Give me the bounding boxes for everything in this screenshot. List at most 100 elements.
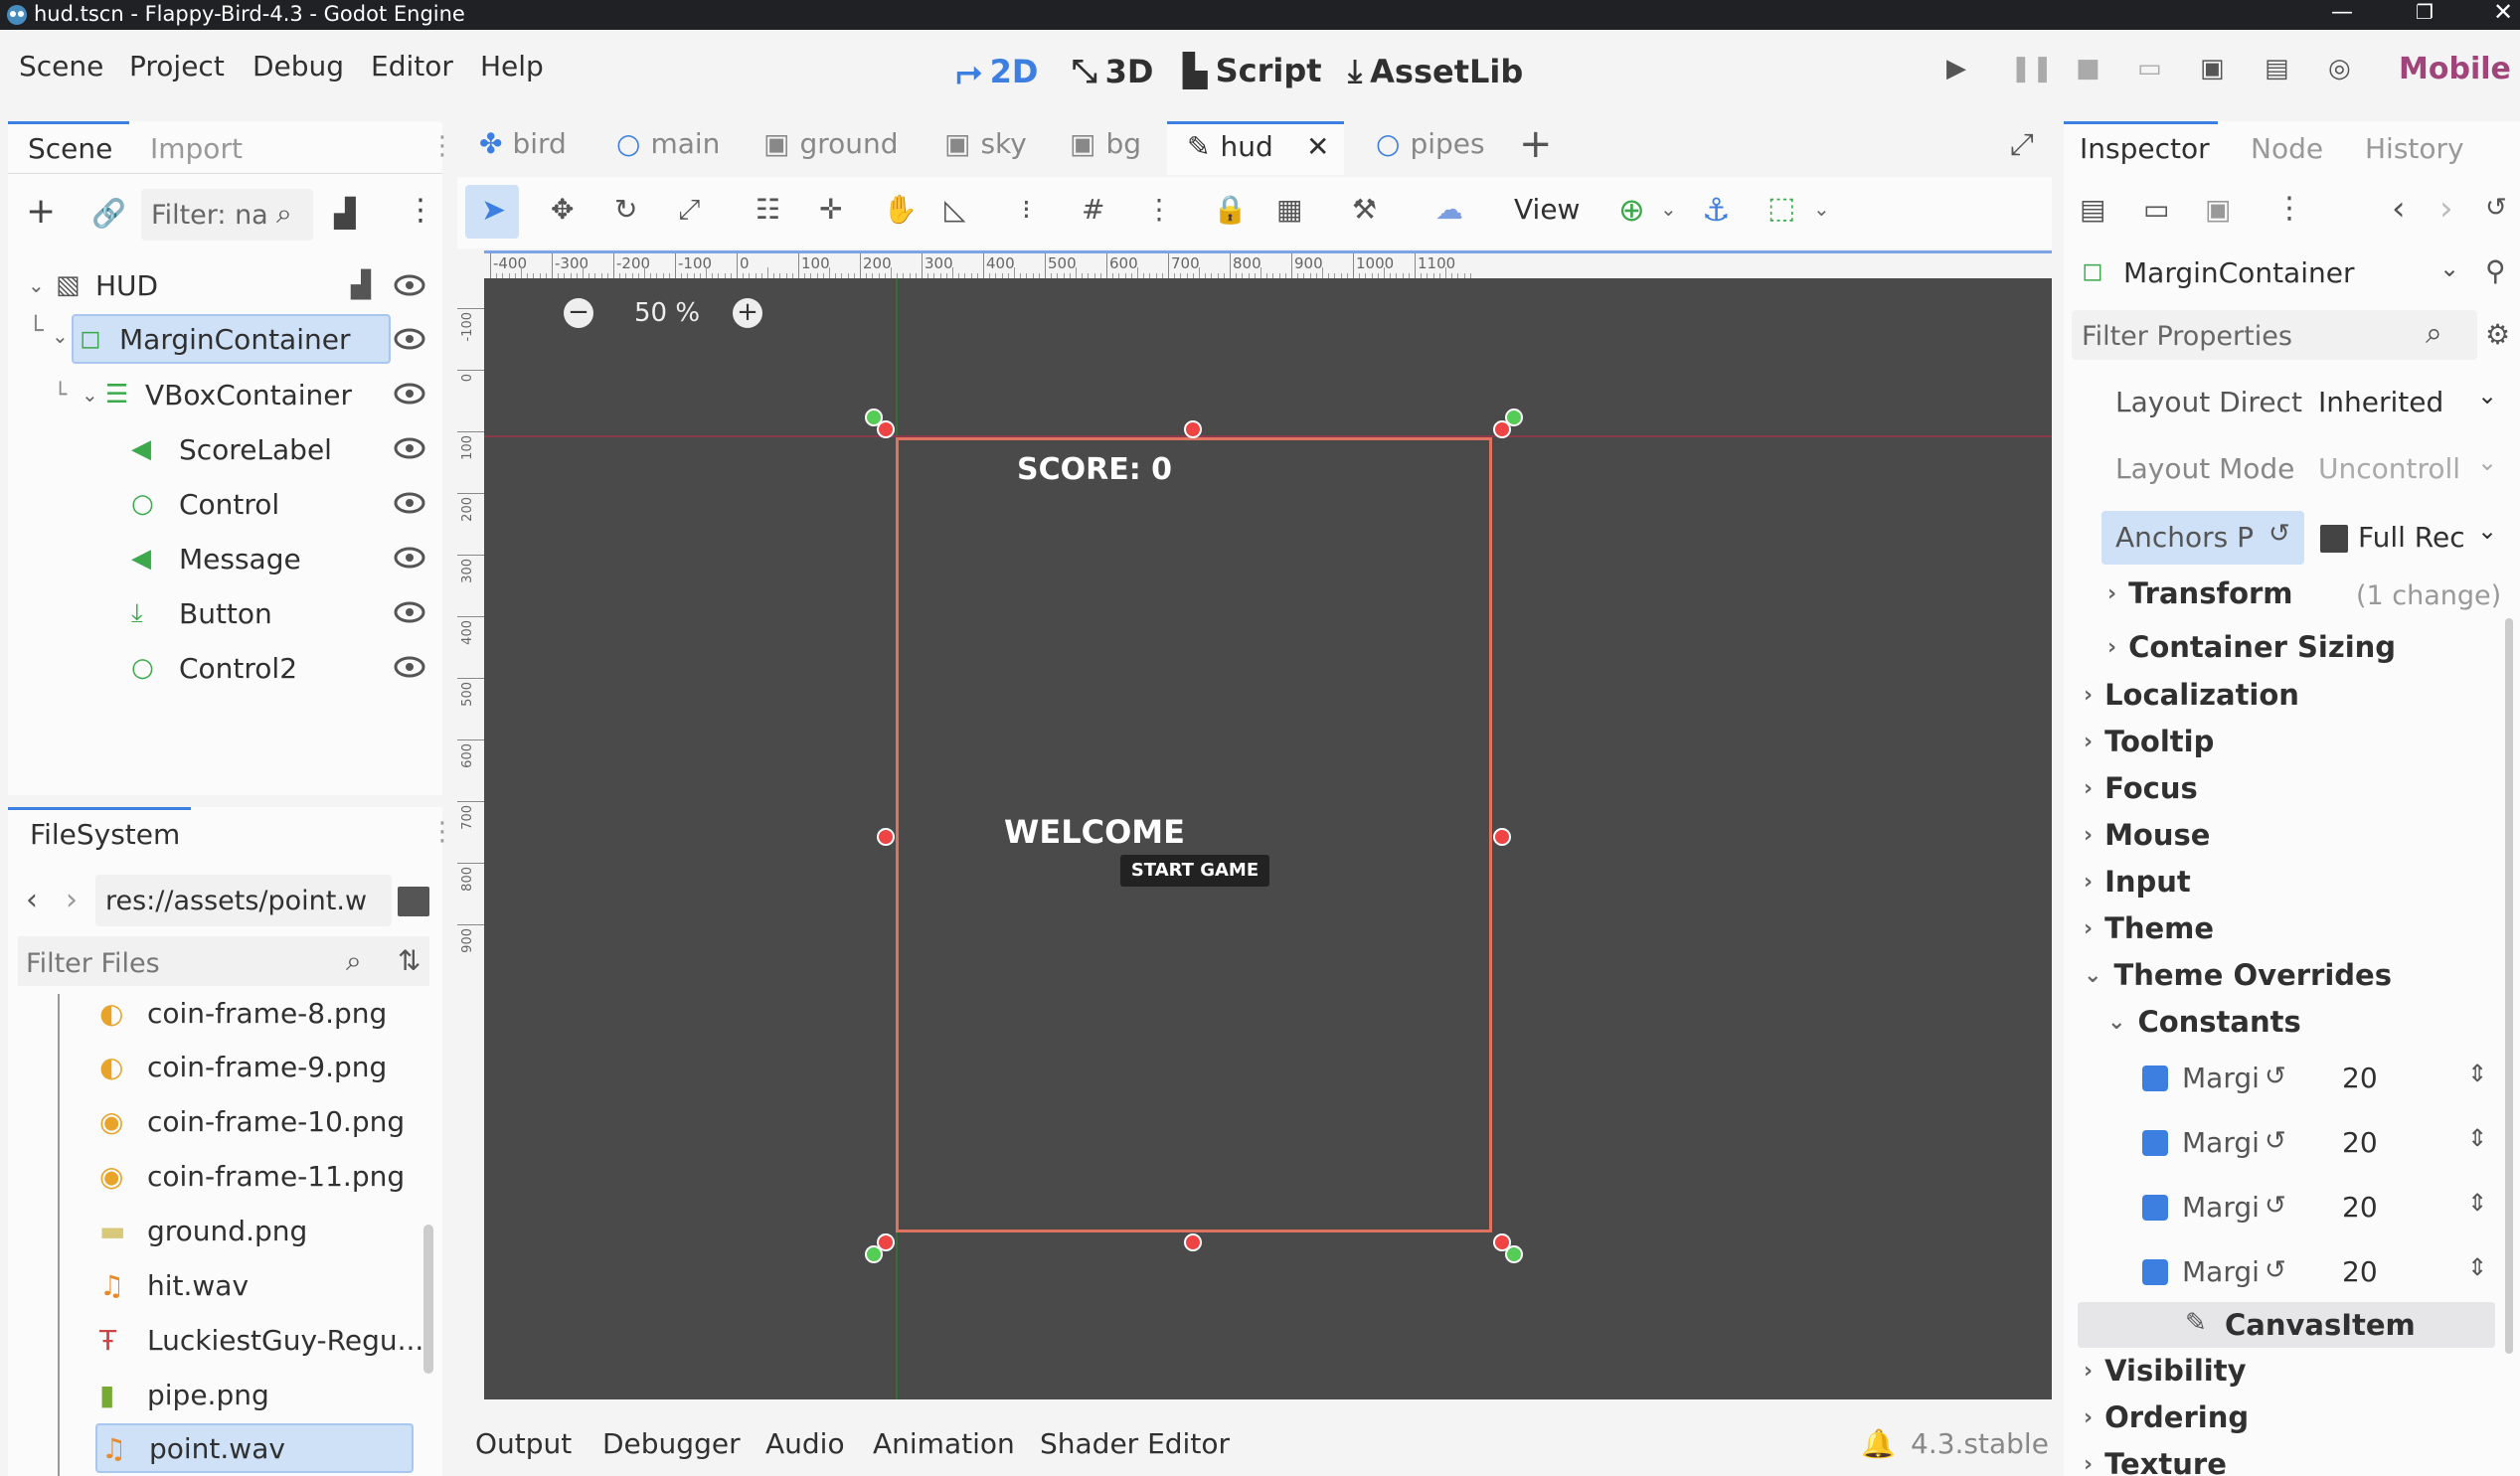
revert-icon[interactable]: ↺: [2265, 1255, 2286, 1285]
tab-audio[interactable]: Audio: [765, 1427, 845, 1460]
renderer-select[interactable]: Mobile: [2399, 52, 2511, 86]
new-resource-icon[interactable]: ▤: [2080, 193, 2105, 226]
property-options-icon[interactable]: ⚙: [2485, 318, 2510, 351]
file-item[interactable]: ♫ hit.wav: [99, 1260, 249, 1310]
play-scene-icon[interactable]: ▣: [2200, 54, 2225, 83]
section-localization[interactable]: › Localization: [2084, 678, 2299, 712]
workspace-2d[interactable]: ⮣ 2D: [956, 52, 1038, 90]
scale-tool-icon[interactable]: ⤢: [678, 193, 700, 227]
notification-bell-icon[interactable]: 🔔: [1861, 1427, 1896, 1460]
tab-pipes[interactable]: ○ pipes: [1376, 127, 1485, 160]
revert-icon[interactable]: ↺: [2265, 1126, 2286, 1156]
tab-inspector[interactable]: Inspector: [2064, 121, 2218, 171]
scrollbar[interactable]: [2505, 618, 2513, 1354]
file-item-selected[interactable]: ♫ point.wav: [95, 1423, 414, 1473]
close-window-icon[interactable]: ✕: [2493, 0, 2513, 26]
open-folder-icon[interactable]: ▭: [2143, 193, 2169, 226]
margin-override-checkbox[interactable]: [2142, 1066, 2168, 1091]
script-icon[interactable]: ▟: [351, 270, 371, 300]
revert-icon[interactable]: ↺: [2265, 1062, 2286, 1091]
node-script-icon[interactable]: ⚲: [2485, 254, 2506, 287]
layout-preset-icon[interactable]: ⬚: [1767, 191, 1795, 226]
tree-node-control[interactable]: ○ Control: [131, 479, 279, 529]
dock-menu-icon[interactable]: ⋮: [429, 131, 455, 161]
tab-shader-editor[interactable]: Shader Editor: [1040, 1427, 1230, 1460]
revert-icon[interactable]: ↺: [2268, 519, 2290, 549]
file-item[interactable]: ◉ coin-frame-10.png: [99, 1096, 405, 1146]
tab-sky[interactable]: ▣ sky: [944, 127, 1027, 160]
play-custom-icon[interactable]: ▤: [2265, 54, 2289, 83]
section-theme-overrides[interactable]: ⌄ Theme Overrides: [2084, 958, 2392, 992]
section-theme[interactable]: › Theme: [2084, 911, 2214, 945]
margin-override-checkbox[interactable]: [2142, 1259, 2168, 1285]
visibility-eye-icon[interactable]: [394, 546, 425, 570]
close-tab-icon[interactable]: ✕: [1306, 130, 1329, 163]
more-options-icon[interactable]: ⋮: [2274, 191, 2304, 226]
grid-snap-icon[interactable]: #: [1082, 193, 1104, 226]
smart-snap-icon[interactable]: ⁝: [1022, 193, 1031, 226]
tree-node-margincontainer[interactable]: ◻ MarginContainer: [72, 314, 391, 364]
restore-icon[interactable]: ❐: [2416, 0, 2434, 24]
tab-import[interactable]: Import: [150, 132, 243, 165]
tab-hud[interactable]: ✎ hud ✕: [1167, 121, 1344, 175]
save-icon[interactable]: ▣: [2205, 193, 2231, 226]
lock-icon[interactable]: 🔒: [1213, 193, 1248, 226]
link-icon[interactable]: 🔗: [91, 197, 126, 230]
section-tooltip[interactable]: › Tooltip: [2084, 725, 2214, 758]
margin-override-checkbox[interactable]: [2142, 1195, 2168, 1221]
filter-files-input[interactable]: Filter Files ⌕: [18, 936, 429, 986]
ruler-tool-icon[interactable]: ◺: [944, 193, 966, 226]
history-back-icon[interactable]: ‹: [2392, 189, 2406, 229]
pause-icon[interactable]: ❚❚: [2010, 54, 2054, 83]
add-tab-icon[interactable]: +: [1519, 121, 1553, 167]
file-item[interactable]: ▮ pipe.png: [99, 1370, 269, 1419]
dock-menu-icon[interactable]: ⋮: [429, 817, 455, 847]
section-ordering[interactable]: › Ordering: [2084, 1400, 2249, 1434]
tab-output[interactable]: Output: [475, 1427, 572, 1460]
attach-script-icon[interactable]: ▟: [334, 197, 356, 230]
file-item[interactable]: ◉ coin-frame-11.png: [99, 1151, 405, 1201]
filter-properties-input[interactable]: Filter Properties ⌕: [2072, 310, 2477, 360]
pivot-tool-icon[interactable]: ✛: [819, 193, 842, 226]
canvas-viewport[interactable]: − 50 % + SCORE: 0 WELCOME START GAME: [484, 278, 2052, 1399]
section-transform[interactable]: › Transform: [2107, 576, 2293, 610]
visibility-eye-icon[interactable]: [394, 491, 425, 515]
view-menu[interactable]: View: [1514, 193, 1580, 226]
stop-icon[interactable]: ■: [2076, 54, 2100, 83]
section-container-sizing[interactable]: › Container Sizing: [2107, 630, 2396, 664]
split-mode-icon[interactable]: [398, 887, 429, 916]
distraction-free-icon[interactable]: ⤢: [2010, 127, 2034, 162]
margin-value-input[interactable]: 20: [2342, 1191, 2378, 1224]
node-type-select[interactable]: ◻ MarginContainer ⌄: [2076, 248, 2473, 300]
menu-editor[interactable]: Editor: [371, 50, 453, 82]
scrollbar[interactable]: [423, 1225, 433, 1374]
tab-node[interactable]: Node: [2251, 132, 2323, 165]
visibility-eye-icon[interactable]: [394, 327, 425, 351]
tree-node-message[interactable]: ◀ Message: [131, 534, 301, 583]
select-tool-button[interactable]: ➤: [465, 185, 519, 239]
layout-mode-select[interactable]: Uncontroll ⌄: [2310, 442, 2509, 494]
group-icon[interactable]: ▦: [1276, 193, 1302, 226]
visibility-eye-icon[interactable]: [394, 273, 425, 297]
tab-animation[interactable]: Animation: [873, 1427, 1015, 1460]
file-item[interactable]: ◐ coin-frame-9.png: [99, 1042, 387, 1091]
section-texture[interactable]: › Texture: [2084, 1447, 2227, 1476]
tree-node-scorelabel[interactable]: ◀ ScoreLabel: [131, 424, 332, 474]
forward-icon[interactable]: ›: [66, 883, 78, 917]
anchors-preset-select[interactable]: Full Rec ⌄: [2310, 511, 2509, 563]
move-tool-icon[interactable]: ✥: [551, 193, 574, 226]
movie-maker-icon[interactable]: ◎: [2328, 54, 2351, 83]
file-item[interactable]: ▬ ground.png: [99, 1206, 307, 1255]
snap-options-icon[interactable]: ⋮: [1145, 193, 1173, 226]
pan-tool-icon[interactable]: ✋: [883, 193, 918, 226]
visibility-eye-icon[interactable]: [394, 600, 425, 624]
tree-node-vboxcontainer[interactable]: └ ⌄ ☰ VBoxContainer: [54, 370, 431, 419]
workspace-assetlib[interactable]: ⤓ AssetLib: [1348, 52, 1523, 90]
section-visibility[interactable]: › Visibility: [2084, 1354, 2247, 1388]
path-input[interactable]: res://assets/point.w: [95, 875, 392, 926]
anchor-icon[interactable]: ⚓: [1702, 191, 1731, 229]
minimize-icon[interactable]: —: [2331, 0, 2353, 25]
spinner-icon[interactable]: ⇕: [2467, 1060, 2487, 1087]
bone-icon[interactable]: ⚒: [1352, 193, 1377, 226]
menu-help[interactable]: Help: [480, 50, 544, 82]
